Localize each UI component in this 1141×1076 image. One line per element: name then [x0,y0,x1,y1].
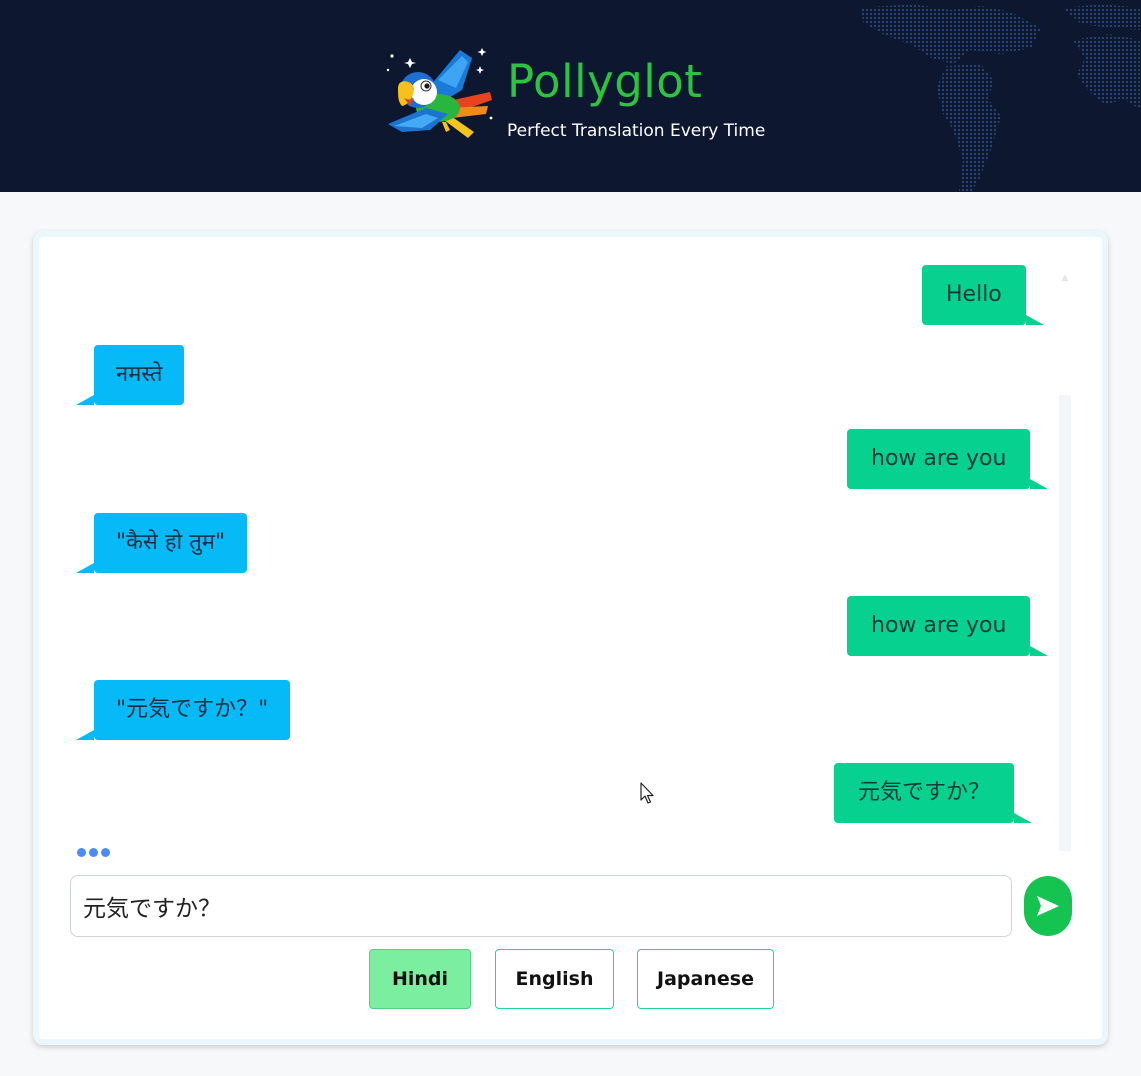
loading-dot [89,848,98,857]
user-message: how are you [847,429,1049,489]
user-message: 元気ですか？ [834,763,1033,823]
parrot-icon [386,48,493,138]
loading-dot [77,848,86,857]
mouse-pointer-icon [640,782,654,804]
message-input[interactable] [70,875,1012,937]
language-button-english[interactable]: English [495,949,614,1009]
user-message: how are you [847,596,1049,656]
scrollbar[interactable] [1059,395,1071,851]
bot-message: "元気ですか？" [75,680,291,740]
app-title: Pollyglot [507,55,703,108]
send-arrow-icon [1037,896,1059,916]
app-tagline: Perfect Translation Every Time [507,121,766,141]
world-map-background [861,4,1141,192]
language-button-japanese[interactable]: Japanese [637,949,774,1009]
loading-dots-icon [77,848,110,857]
bot-message: नमस्ते [75,345,185,405]
loading-dot [101,848,110,857]
bot-message: "कैसे हो तुम" [75,513,248,573]
send-button[interactable] [1024,876,1072,936]
scroll-up-icon[interactable]: ▲ [1059,273,1071,283]
language-button-hindi[interactable]: Hindi [369,949,471,1009]
app-header: Pollyglot Perfect Translation Every Time [0,0,1141,192]
chat-card: ▲ Hello नमस्ते how are you "कैसे हो तुम"… [33,231,1108,1045]
user-message: Hello [922,265,1044,325]
